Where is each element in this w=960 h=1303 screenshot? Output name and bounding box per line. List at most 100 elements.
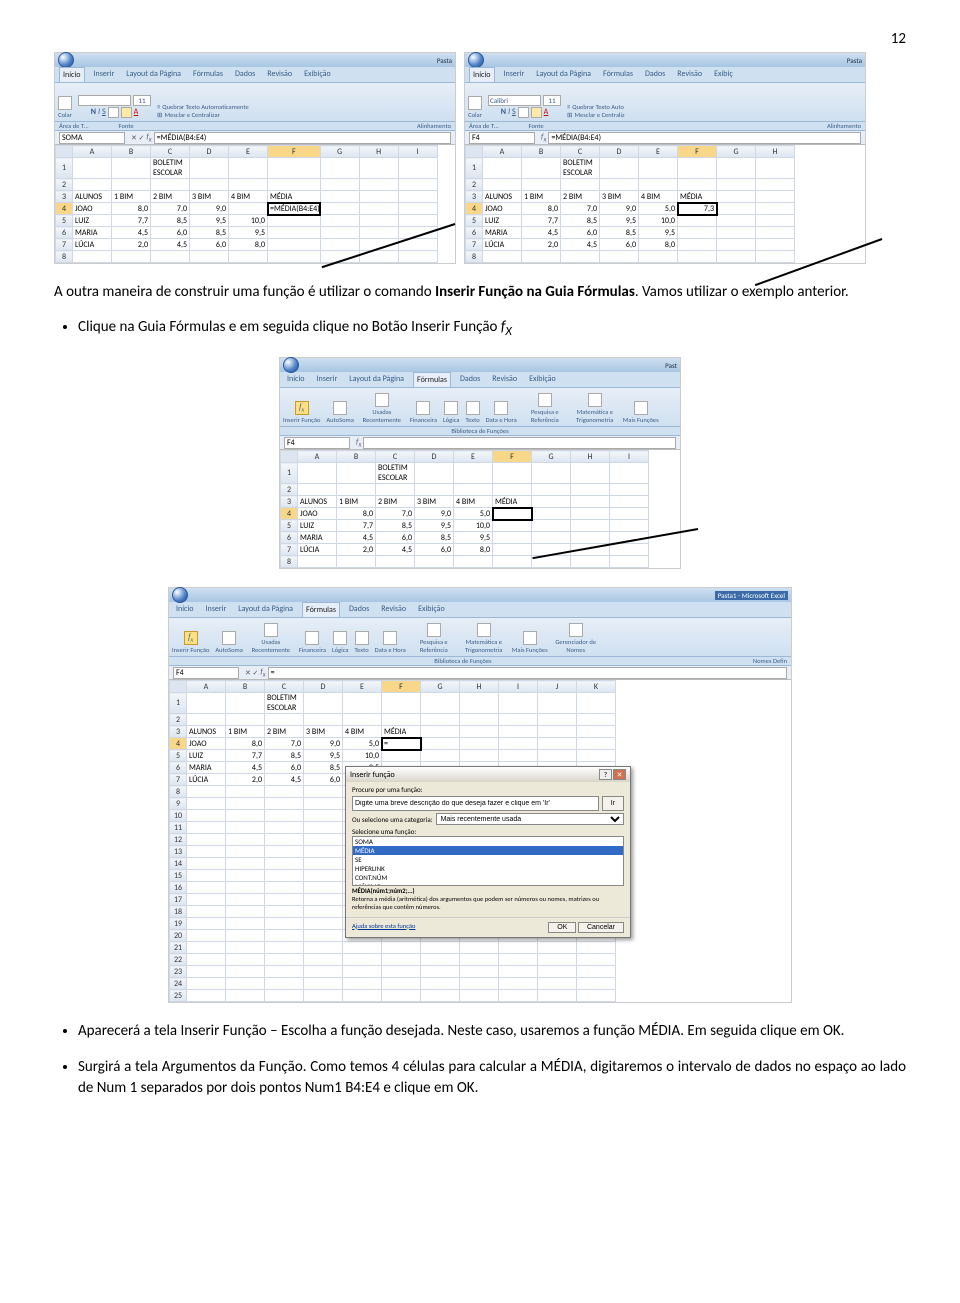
ribbon-group-name: Mais Funções [623, 416, 659, 424]
underline-icon: S [102, 107, 106, 118]
ribbon-group-name: Matemática e Trigonometria [573, 408, 617, 424]
spreadsheet-grid: ABCDEFGHI1BOLETIM ESCOLAR23ALUNOS1 BIM2 … [55, 145, 438, 263]
wrap-text-label: Quebrar Texto Auto [572, 103, 624, 111]
name-box: SOMA [59, 132, 125, 144]
merge-label: Mesclar e Centraliz [574, 111, 624, 119]
ribbon-tab: Inserir [314, 372, 341, 387]
italic-icon: I [508, 107, 510, 118]
paste-label: Colar [468, 111, 482, 119]
bold-icon: N [91, 107, 96, 118]
ribbon-icon [538, 393, 552, 407]
ribbon-tab: Fórmulas [190, 67, 226, 82]
spreadsheet-grid: ABCDEFGH1BOLETIM ESCOLAR23ALUNOS1 BIM2 B… [465, 145, 795, 263]
ribbon-group-name: AutoSoma [326, 416, 353, 424]
ribbon-icon [588, 393, 602, 407]
office-button-icon [468, 52, 484, 68]
merge-icon: ⊞ [157, 111, 162, 119]
ribbon-group-name: Usadas Recentemente [249, 638, 293, 654]
ribbon-tab: Inserir [203, 602, 230, 617]
function-list-item[interactable]: SOMA [353, 837, 623, 846]
paste-icon [58, 96, 72, 110]
ribbon-icon [477, 623, 491, 637]
ribbon-icon [264, 623, 278, 637]
formula-buttons: ✕ ✓ [245, 668, 258, 677]
ribbon-group-name: Texto [355, 646, 369, 654]
border-icon [108, 107, 119, 118]
ribbon-tab: Layout da Página [123, 67, 184, 82]
ribbon-group-label: Biblioteca de Funções [280, 427, 680, 436]
ribbon-group-name: Inserir Função [172, 646, 209, 654]
office-button-icon [283, 357, 299, 373]
name-box: F4 [469, 132, 535, 144]
ribbon-group-name: Lógica [332, 646, 349, 654]
font-size-box: 11 [133, 95, 151, 106]
go-button[interactable]: Ir [602, 796, 624, 811]
ribbon-icon: fx [295, 401, 309, 415]
function-list[interactable]: SOMAMÉDIASEHIPERLINKCONT.NÚMMÁXIMOSEN [352, 836, 624, 886]
ribbon-group-name: AutoSoma [215, 646, 242, 654]
ribbon-tab: Inserir [501, 67, 528, 82]
ribbon-icon [416, 401, 430, 415]
formula-bar [363, 437, 676, 449]
cancel-button[interactable]: Cancelar [578, 922, 624, 933]
function-list-item[interactable]: SE [353, 855, 623, 864]
ribbon-tab: Dados [642, 67, 668, 82]
category-select[interactable]: Mais recentemente usada [436, 813, 624, 825]
ribbon-group-labels: Área de T…FonteAlinhamento [465, 122, 865, 131]
office-button-icon [172, 587, 188, 603]
ribbon-icon [355, 631, 369, 645]
ribbon-icon [523, 631, 537, 645]
ribbon-tab: Revisão [674, 67, 705, 82]
ribbon-icon: fx [184, 631, 198, 645]
ribbon-icon [305, 631, 319, 645]
ribbon-tab: Exibição [301, 67, 334, 82]
spreadsheet-grid: ABCDEFGHI1BOLETIM ESCOLAR23ALUNOS1 BIM2 … [280, 450, 649, 568]
excel-screenshot-3: Past InícioInserirLayout da PáginaFórmul… [279, 357, 681, 569]
formula-bar-row: F4 fx =MÉDIA(B4:E4) [465, 131, 865, 145]
bold-icon: N [501, 107, 506, 118]
search-input[interactable] [352, 796, 599, 811]
insert-function-dialog: Inserir função ?✕ Procure por uma função… [345, 766, 631, 937]
ribbon-tab: Fórmulas [413, 372, 451, 387]
font-name-box [78, 95, 131, 106]
excel-screenshot-1: Pasta InícioInserirLayout da PáginaFórmu… [54, 52, 456, 264]
ribbon-tab: Exibiç [711, 67, 736, 82]
ribbon-group-name: Gerenciador de Nomes [554, 638, 598, 654]
figure-row-1: Pasta InícioInserirLayout da PáginaFórmu… [54, 52, 906, 264]
ribbon-icon [569, 623, 583, 637]
ribbon-icon [634, 401, 648, 415]
bullet-3: Surgirá a tela Argumentos da Função. Com… [78, 1057, 906, 1098]
ribbon-icon [444, 401, 458, 415]
ribbon-tab: Layout da Página [533, 67, 594, 82]
ribbon-group-name: Data e Hora [375, 646, 406, 654]
ribbon-group-name: Financeira [299, 646, 326, 654]
function-list-item[interactable]: CONT.NÚM [353, 873, 623, 882]
formula-bar-row: F4 fx [280, 436, 680, 450]
underline-icon: S [512, 107, 516, 118]
function-list-item[interactable]: HIPERLINK [353, 864, 623, 873]
fx-icon: fx [146, 132, 151, 144]
ribbon-tab: Dados [232, 67, 258, 82]
wrap-text-icon: ≡ [567, 103, 570, 111]
help-link[interactable]: Ajuda sobre esta função [352, 922, 415, 930]
bullet-1: Clique na Guia Fórmulas e em seguida cli… [78, 317, 906, 341]
ribbon-icon [383, 631, 397, 645]
ribbon-group-name: Financeira [410, 416, 437, 424]
formula-bar: =MÉDIA(B4:E4) [548, 132, 861, 144]
formula-bar-row: F4 ✕ ✓ fx = [169, 666, 791, 680]
ribbon-icon [466, 401, 480, 415]
ribbon-tab: Exibição [526, 372, 559, 387]
fx-icon: fx [356, 437, 361, 449]
ribbon-icon [375, 393, 389, 407]
formula-bar: =MÉDIA(B4:E4) [154, 132, 451, 144]
formula-buttons: ✕ ✓ [131, 133, 144, 142]
ribbon-tab: Fórmulas [302, 602, 340, 617]
fill-icon [531, 107, 542, 118]
ribbon-group-name: Pesquisa e Referência [412, 638, 456, 654]
category-label: Ou selecione uma categoria: [352, 815, 433, 824]
function-list-item[interactable]: MÉDIA [353, 846, 623, 855]
name-box: F4 [173, 667, 239, 679]
ok-button[interactable]: OK [548, 922, 576, 933]
paste-icon [468, 96, 482, 110]
close-icon: ✕ [613, 769, 626, 780]
